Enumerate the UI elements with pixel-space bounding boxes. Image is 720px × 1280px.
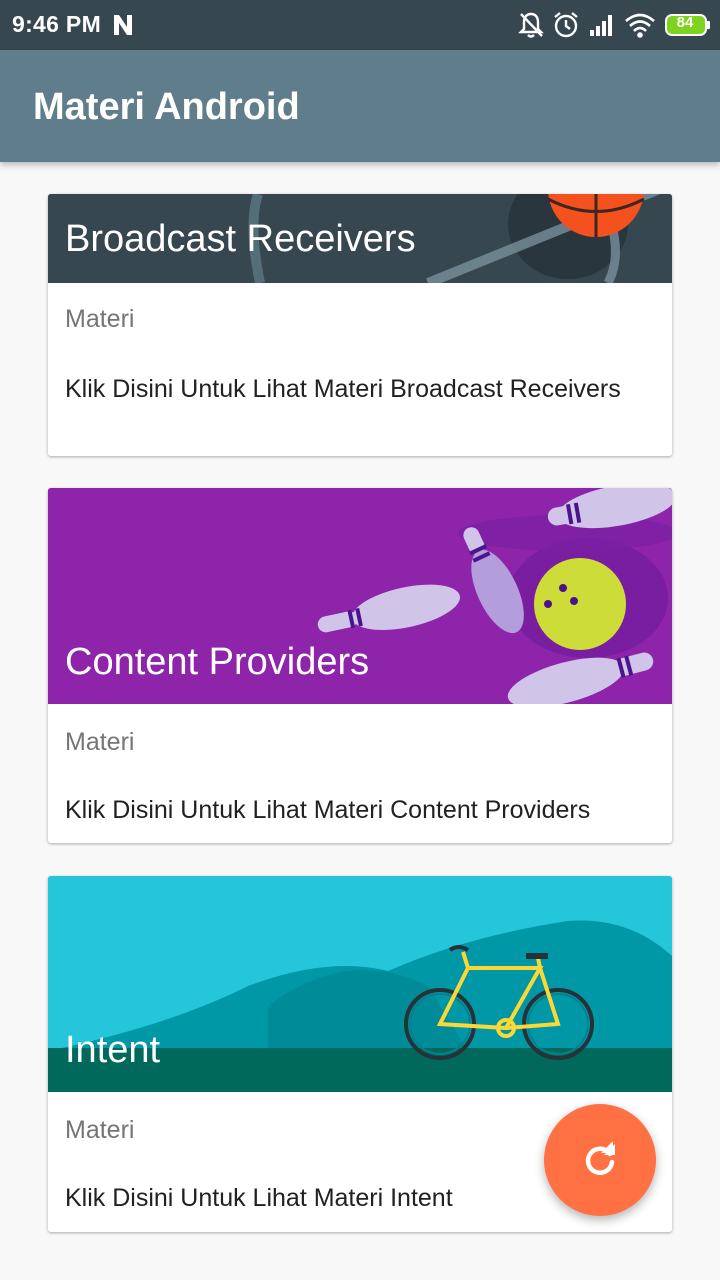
card-subtitle: Materi: [65, 1116, 135, 1144]
battery-icon: 84: [664, 10, 712, 40]
card-content-providers[interactable]: Content Providers Materi Klik Disini Unt…: [48, 488, 672, 843]
alarm-icon: [554, 12, 578, 38]
card-title: Content Providers: [65, 641, 370, 683]
status-bar: 9:46 PM 84: [0, 0, 720, 50]
bell-off-icon: [518, 12, 544, 38]
n-icon: [114, 15, 132, 35]
card-subtitle: Materi: [65, 305, 135, 333]
card-title: Broadcast Receivers: [65, 218, 416, 260]
wifi-icon: [625, 13, 655, 38]
card-image-content: Content Providers: [48, 488, 672, 704]
card-link[interactable]: Klik Disini Untuk Lihat Materi Content P…: [65, 794, 655, 827]
app-bar: Materi Android: [0, 50, 720, 162]
card-image-intent: Intent: [48, 876, 672, 1092]
refresh-icon: [585, 1142, 615, 1175]
card-subtitle: Materi: [65, 728, 135, 756]
card-image-broadcast: Broadcast Receivers: [48, 194, 672, 283]
refresh-fab-button[interactable]: [544, 1104, 656, 1216]
status-time: 9:46 PM: [12, 11, 102, 37]
signal-icon: [590, 15, 612, 36]
battery-level: 84: [676, 14, 694, 31]
status-icons: 84: [518, 10, 710, 40]
card-broadcast-receivers[interactable]: Broadcast Receivers Materi Klik Disini U…: [48, 194, 672, 456]
card-title: Intent: [65, 1029, 161, 1071]
card-link[interactable]: Klik Disini Untuk Lihat Materi Broadcast…: [65, 373, 655, 406]
app-title: Materi Android: [33, 86, 300, 128]
